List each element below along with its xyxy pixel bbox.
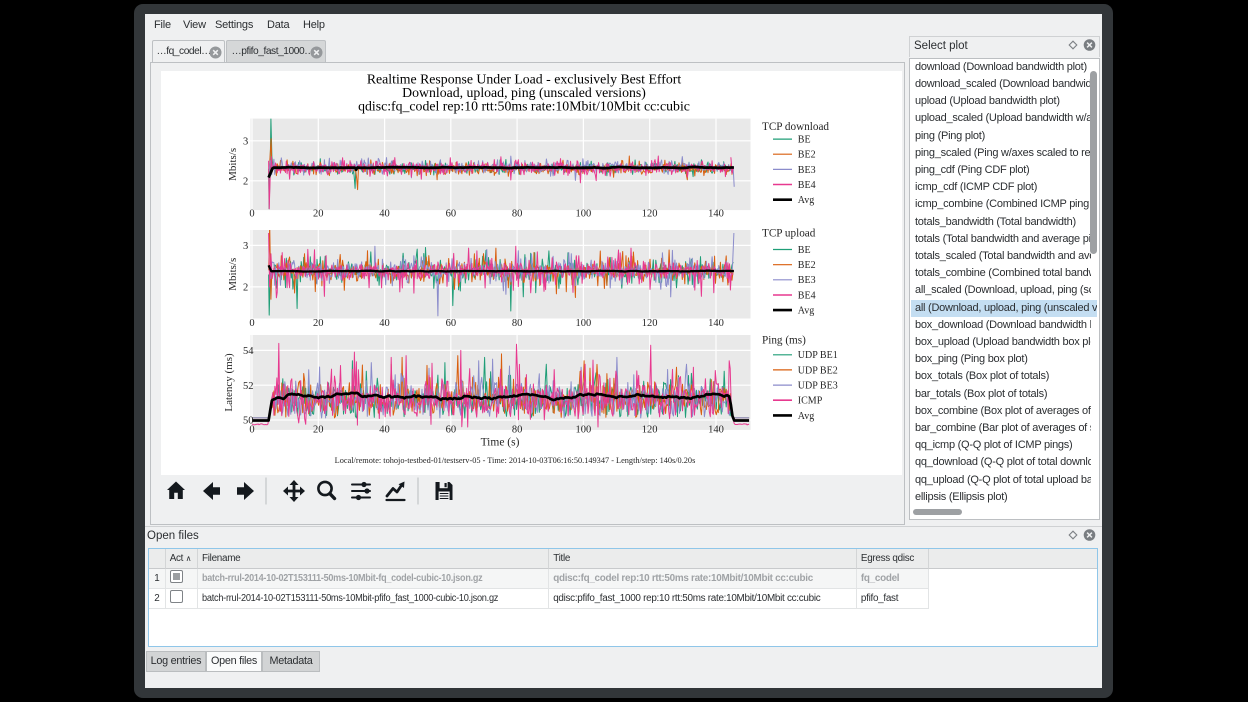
svg-text:2: 2 bbox=[243, 176, 248, 187]
svg-text:BE: BE bbox=[798, 135, 811, 146]
svg-text:40: 40 bbox=[379, 209, 390, 220]
svg-text:Latency (ms): Latency (ms) bbox=[223, 353, 235, 412]
svg-text:UDP BE3: UDP BE3 bbox=[798, 381, 838, 392]
svg-text:Mbits/s: Mbits/s bbox=[227, 148, 239, 181]
svg-text:TCP download: TCP download bbox=[762, 121, 829, 133]
svg-text:3: 3 bbox=[243, 241, 248, 252]
svg-text:120: 120 bbox=[642, 424, 658, 435]
svg-text:20: 20 bbox=[313, 209, 324, 220]
svg-text:BE2: BE2 bbox=[798, 150, 816, 161]
svg-text:BE: BE bbox=[798, 245, 811, 256]
svg-text:qdisc:fq_codel rep:10 rtt:50ms: qdisc:fq_codel rep:10 rtt:50ms rate:10Mb… bbox=[358, 99, 690, 114]
svg-text:Ping (ms): Ping (ms) bbox=[762, 334, 806, 346]
svg-text:0: 0 bbox=[249, 424, 254, 435]
svg-text:40: 40 bbox=[379, 318, 390, 329]
svg-text:120: 120 bbox=[642, 209, 658, 220]
svg-text:100: 100 bbox=[576, 209, 592, 220]
svg-text:Avg: Avg bbox=[798, 306, 814, 317]
svg-text:60: 60 bbox=[446, 209, 457, 220]
svg-text:2: 2 bbox=[243, 283, 248, 294]
svg-text:60: 60 bbox=[446, 424, 457, 435]
svg-text:0: 0 bbox=[249, 209, 254, 220]
svg-text:Mbits/s: Mbits/s bbox=[227, 258, 239, 291]
svg-text:BE4: BE4 bbox=[798, 180, 816, 191]
svg-text:60: 60 bbox=[446, 318, 457, 329]
svg-text:BE4: BE4 bbox=[798, 290, 816, 301]
svg-text:54: 54 bbox=[243, 346, 254, 357]
svg-text:TCP upload: TCP upload bbox=[762, 227, 816, 239]
svg-text:UDP BE2: UDP BE2 bbox=[798, 365, 838, 376]
svg-text:20: 20 bbox=[313, 318, 324, 329]
svg-text:120: 120 bbox=[642, 318, 658, 329]
svg-text:BE3: BE3 bbox=[798, 165, 816, 176]
svg-text:80: 80 bbox=[512, 318, 523, 329]
svg-text:20: 20 bbox=[313, 424, 324, 435]
svg-text:Avg: Avg bbox=[798, 411, 814, 422]
svg-text:3: 3 bbox=[243, 136, 248, 147]
svg-text:BE2: BE2 bbox=[798, 260, 816, 271]
svg-text:100: 100 bbox=[576, 318, 592, 329]
svg-text:Avg: Avg bbox=[798, 195, 814, 206]
svg-text:80: 80 bbox=[512, 424, 523, 435]
svg-text:Local/remote: tohojo-testbed-0: Local/remote: tohojo-testbed-01/testserv… bbox=[335, 456, 696, 465]
svg-text:BE3: BE3 bbox=[798, 275, 816, 286]
svg-text:UDP BE1: UDP BE1 bbox=[798, 350, 838, 361]
svg-text:80: 80 bbox=[512, 209, 523, 220]
svg-text:40: 40 bbox=[379, 424, 390, 435]
svg-text:52: 52 bbox=[243, 381, 254, 392]
svg-text:100: 100 bbox=[576, 424, 592, 435]
svg-text:0: 0 bbox=[249, 318, 254, 329]
svg-text:140: 140 bbox=[708, 209, 724, 220]
svg-text:140: 140 bbox=[708, 318, 724, 329]
svg-text:140: 140 bbox=[708, 424, 724, 435]
svg-text:ICMP: ICMP bbox=[798, 396, 823, 407]
svg-text:Time (s): Time (s) bbox=[481, 437, 520, 449]
